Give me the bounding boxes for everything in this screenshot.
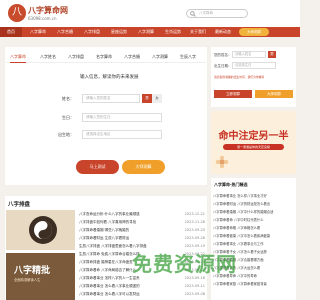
sidebar-birth-input[interactable]: 请选择生日 <box>232 62 276 69</box>
name-label: 姓名： <box>62 96 74 101</box>
nav-item-bazi-fortune[interactable]: 八字算命 <box>26 27 50 37</box>
birth-input[interactable]: 请输入您的生日 <box>82 113 162 122</box>
nav-item-news[interactable]: 最新动态 <box>211 27 235 37</box>
form-title: 输入信息，解读你的未来发展 <box>80 75 139 80</box>
site-url: 63098.com.cn <box>28 16 57 21</box>
sidebar-name-input[interactable]: 请输入姓名 <box>232 51 266 58</box>
sidebar-submit-button[interactable]: 立即测算 <box>214 90 252 98</box>
banner-title: 命中注定另一半 <box>218 131 289 142</box>
sidebar-list-item[interactable]: 八字算命看事业 八字看事业与工作 <box>213 240 297 248</box>
bazi-chart-thumbnail[interactable] <box>6 210 75 250</box>
nav-hot-button[interactable]: 大师测算 <box>239 28 269 36</box>
birth-label: 生日： <box>62 115 74 120</box>
nav-item-bazi-match[interactable]: 八字合婚 <box>53 27 77 37</box>
bagua-icon <box>29 216 57 244</box>
sidebar-list-item[interactable]: 八字算命看财运 八字的财运是怎么看出 <box>213 200 297 208</box>
main-nav: 首页 八字算命 八字合婚 八字排盘 星座运势 八字测算 生肖运势 关于我们 最新… <box>0 27 300 37</box>
nav-item-bazi-test[interactable]: 八字测算 <box>134 27 158 37</box>
search-icon[interactable] <box>190 11 196 17</box>
nav-item-bazi-chart[interactable]: 八字排盘 <box>80 27 104 37</box>
article-row[interactable]: 八字算命看事业 怎么看八字可以发财运 2023-09-08 <box>79 290 205 298</box>
sidebar-section-title: 八字算命·热门精选 <box>214 182 248 187</box>
tab-bazi-chart[interactable]: 八字排盘 <box>68 54 84 60</box>
name-input[interactable]: 请输入您的姓名 <box>82 94 140 103</box>
tab-bazi-fortune[interactable]: 八字算命 <box>10 54 26 63</box>
sidebar-name-label: 您的姓名： <box>214 53 232 57</box>
sidebar-master-button[interactable]: 大师测算 <box>255 90 293 98</box>
watermark-text: 免费资源网 <box>132 252 237 276</box>
article-row[interactable]: 八字算命看财运 生辰八字看财运 2023-09-26 <box>79 234 205 242</box>
banner-subtitle: 测一测谁是你的天定良缘 <box>223 144 284 150</box>
sidebar-list-item[interactable]: 八字算命看婚姻 八字中什么样的婚姻合适 <box>213 208 297 216</box>
tab-bazi-name[interactable]: 八字姓名 <box>40 54 56 60</box>
tab-bazi-match[interactable]: 八字合婚 <box>124 54 140 60</box>
logo-icon[interactable]: 八 <box>8 4 26 22</box>
tab-name-fortune[interactable]: 名字算命 <box>96 54 112 60</box>
section-title: 八字排盘 <box>8 202 31 208</box>
bazi-detail-thumbnail[interactable]: 八字精批 全面精准解读人生 <box>6 253 75 300</box>
article-row[interactable]: 八字查命运分析:什么八字的事业最顺遂 2023-12-21 <box>79 210 205 218</box>
site-logo-text[interactable]: 八字算命网 <box>28 5 68 16</box>
tab-bazi-test[interactable]: 八字测算 <box>152 54 168 60</box>
sidebar-list-item[interactable]: 八字算命看命 八字中时柱代表什么 <box>213 216 297 224</box>
tab-bar: 八字算命 八字姓名 八字排盘 名字算命 八字合婚 八字测算 生辰八字 <box>6 51 206 63</box>
sidebar-note: 请您提供准确的出生时间，我们为你推荐 <box>214 75 265 79</box>
gender-male-toggle[interactable]: 男 <box>142 94 152 103</box>
nav-item-horoscope[interactable]: 星座运势 <box>107 27 131 37</box>
article-row[interactable]: 八字排盘中如何看 八字喜用神的寻找 2023-11-28 <box>79 218 205 226</box>
site-header: 八 八字算命网 63098.com.cn 八字算命 <box>0 0 300 27</box>
nav-item-about[interactable]: 关于我们 <box>186 27 210 37</box>
nav-item-home[interactable]: 首页 <box>0 27 22 37</box>
place-select[interactable]: 请选择出生地区 <box>82 130 162 139</box>
promo-banner[interactable]: 命中注定另一半 测一测谁是你的天定良缘 <box>211 111 296 174</box>
tab-birth-bazi[interactable]: 生辰八字 <box>180 54 196 60</box>
flower-icon <box>215 155 229 169</box>
sidebar-list-item[interactable]: 八字算命看命格 八字命格怎么看 <box>213 224 297 232</box>
gender-female-toggle[interactable]: 女 <box>152 94 162 103</box>
submit-button[interactable]: 马上测试 <box>76 160 119 174</box>
master-button[interactable]: 大师测算 <box>122 160 165 174</box>
sidebar-list-item[interactable]: 八字算命看事业 怎么样八字事业才好 <box>213 192 297 200</box>
thumbnail-subtitle: 全面精准解读人生 <box>14 278 41 282</box>
article-row[interactable]: 八字算命看婚姻 哪些八字晚婚的 2023-09-20 <box>79 226 205 234</box>
sidebar-list-item[interactable]: 八字算命看健康 八字中怎么看疾病健康 <box>213 232 297 240</box>
sidebar-birth-label: 出生日期： <box>214 64 232 68</box>
thumbnail-title: 八字精批 <box>14 266 51 276</box>
nav-item-zodiac[interactable]: 生肖运势 <box>161 27 185 37</box>
sidebar-list-item[interactable]: 八字算命看家庭 八字算命看家庭背景 <box>213 280 297 288</box>
place-label: 出生地： <box>58 132 74 137</box>
article-row[interactable]: 八字算命看事业 怎么看八字事业顺遂的 2023-09-11 <box>79 282 205 290</box>
sidebar-gender-toggle[interactable]: 男 <box>268 51 276 58</box>
